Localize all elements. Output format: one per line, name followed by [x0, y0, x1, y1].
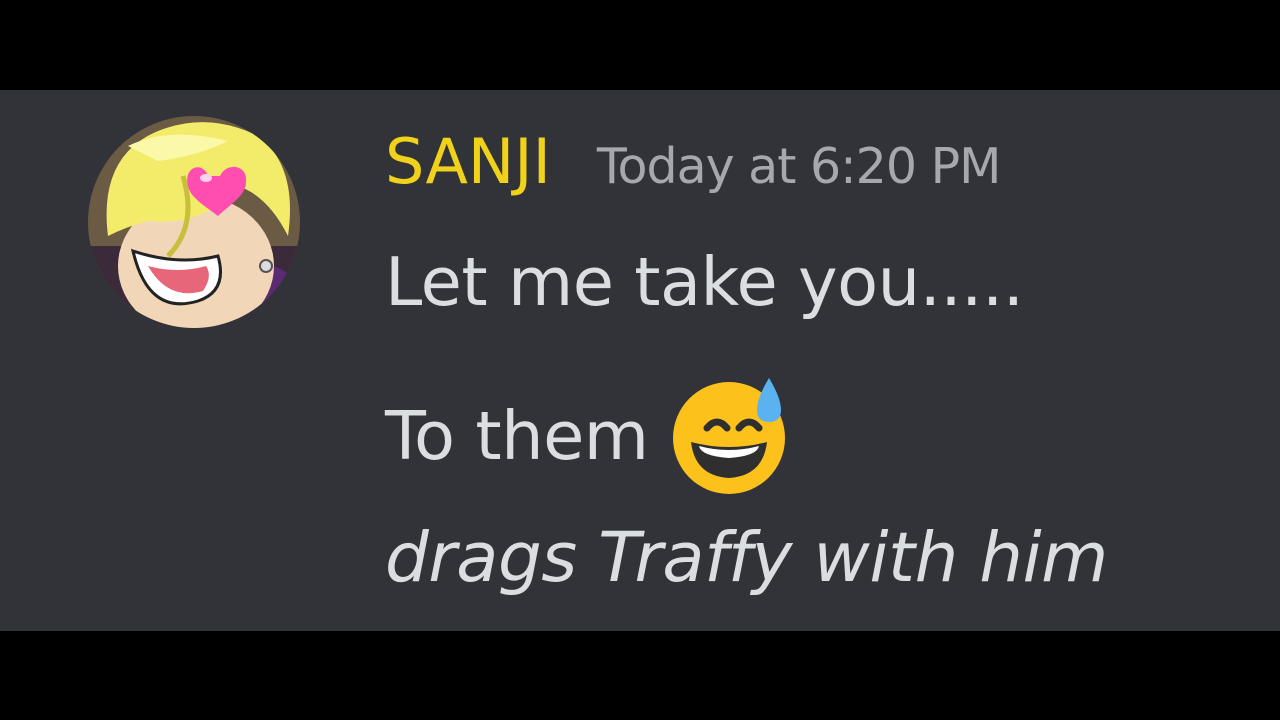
letterbox-bottom [0, 631, 1280, 720]
letterbox-top [0, 0, 1280, 90]
message-line-italic: drags Traffy with him [385, 518, 1108, 598]
avatar[interactable] [88, 116, 300, 328]
timestamp: Today at 6:20 PM [596, 138, 1002, 195]
message-line-with-emoji: To them [385, 376, 789, 496]
message-line-text: To them [385, 397, 649, 475]
sanji-avatar-icon [88, 116, 300, 328]
grinning-face-with-sweat-icon [669, 376, 789, 496]
message-line: Let me take you..... [385, 243, 1024, 321]
username[interactable]: SANJI [385, 122, 551, 202]
message-header: SANJI Today at 6:20 PM [385, 122, 1001, 202]
